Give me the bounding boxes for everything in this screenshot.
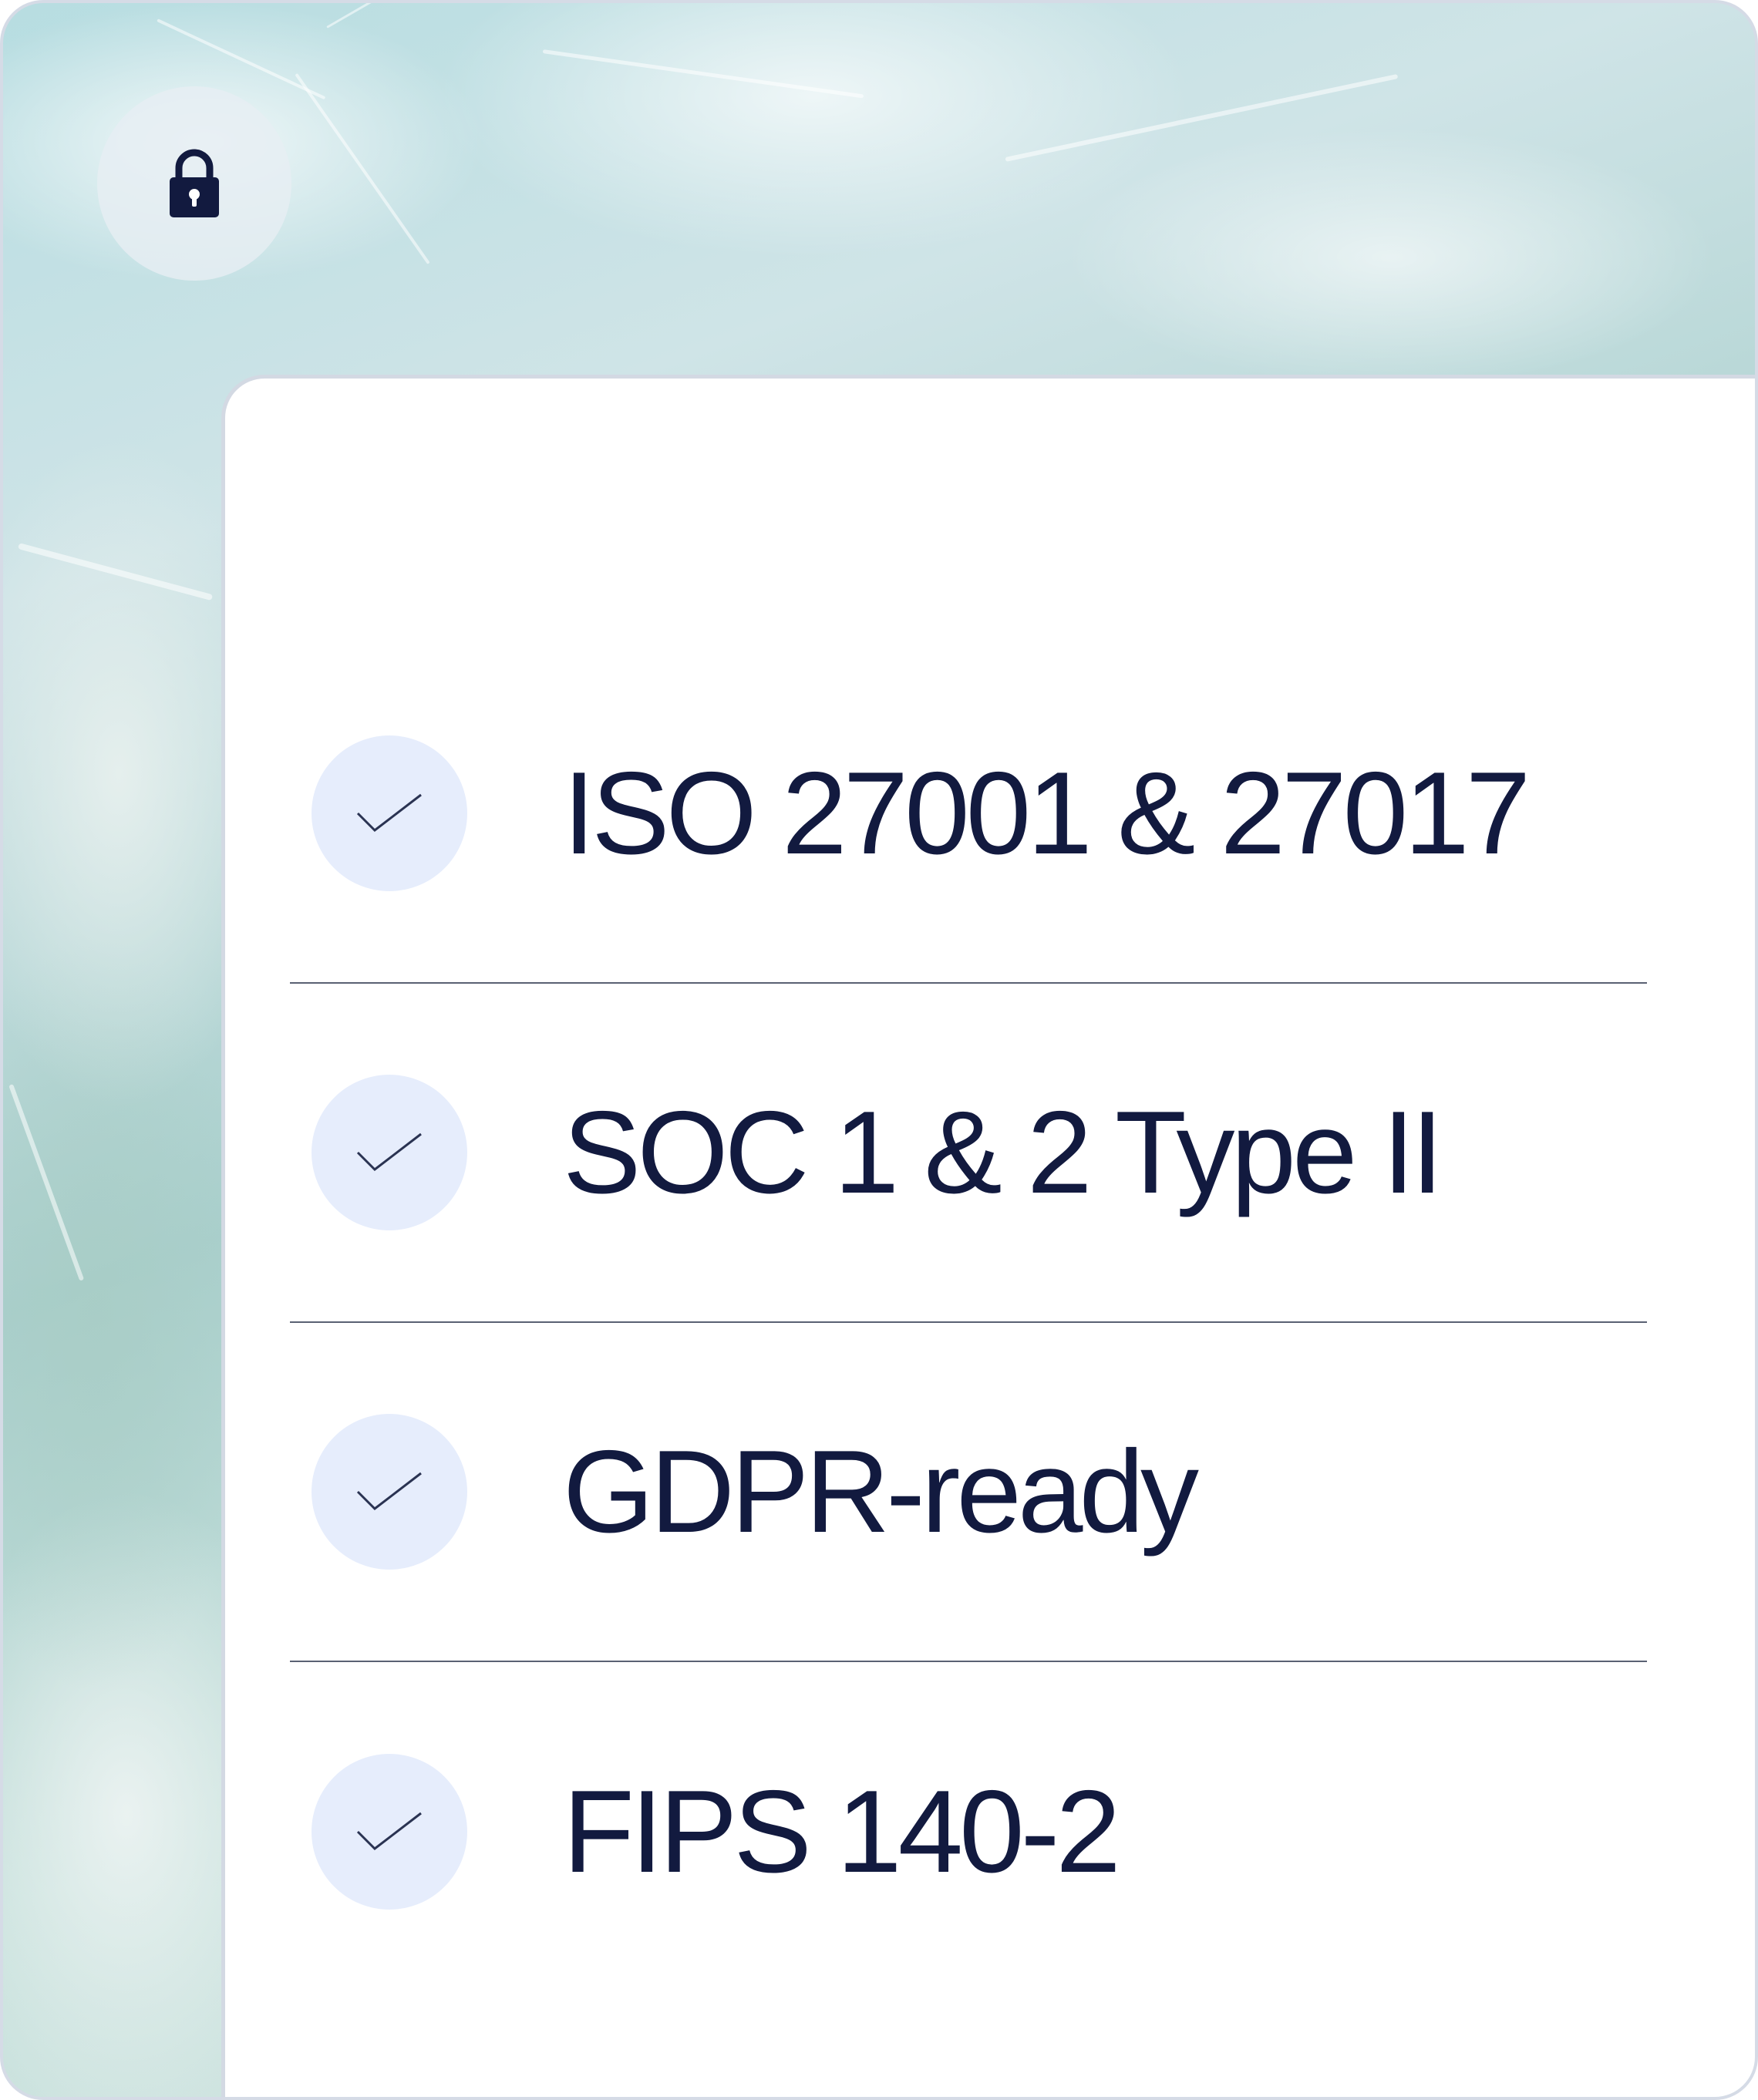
certifications-card: ISO 27001 & 27017 SOC 1 & 2 Type II GDPR… (221, 375, 1755, 2097)
list-item: GDPR-ready (290, 1323, 1647, 1662)
list-item: SOC 1 & 2 Type II (290, 984, 1647, 1323)
marble-vein (295, 72, 430, 264)
marble-vein (8, 1083, 85, 1281)
list-item: ISO 27001 & 27017 (290, 644, 1647, 984)
check-badge (312, 1075, 467, 1230)
certification-label: FIPS 140-2 (563, 1766, 1121, 1897)
marble-vein (326, 3, 448, 29)
checkmark-icon (356, 793, 422, 832)
check-badge (312, 1414, 467, 1570)
check-badge (312, 735, 467, 891)
certifications-list: ISO 27001 & 27017 SOC 1 & 2 Type II GDPR… (290, 644, 1647, 2001)
checkmark-icon (356, 1812, 422, 1850)
certification-label: GDPR-ready (563, 1426, 1199, 1557)
marble-vein (1005, 73, 1399, 162)
lock-badge (97, 86, 291, 281)
checkmark-icon (356, 1472, 422, 1510)
certification-label: SOC 1 & 2 Type II (563, 1087, 1443, 1218)
certification-label: ISO 27001 & 27017 (563, 748, 1531, 879)
lock-icon (170, 149, 219, 217)
check-badge (312, 1754, 467, 1910)
checkmark-icon (356, 1132, 422, 1171)
list-item: FIPS 140-2 (290, 1662, 1647, 2001)
marble-vein (17, 543, 214, 601)
marble-vein (542, 49, 864, 99)
marble-background-frame: ISO 27001 & 27017 SOC 1 & 2 Type II GDPR… (0, 0, 1758, 2100)
